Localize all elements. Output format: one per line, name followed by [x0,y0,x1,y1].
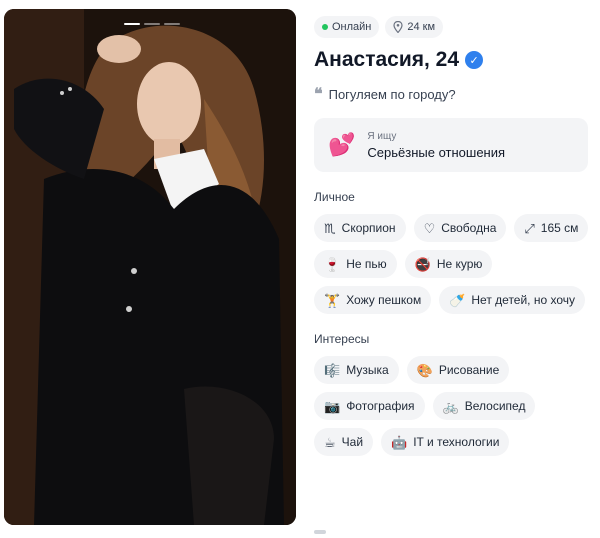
artist-icon: 🎨 [416,362,433,378]
bicycle-icon: 🚲 [442,398,459,414]
chip-label: Чай [341,435,364,449]
camera-icon: 📷 [324,398,341,414]
chip-label: Музыка [346,363,389,377]
quote-icon: ❝ [314,84,323,103]
chip-interest-music: 🎼 Музыка [314,356,399,384]
scorpio-icon: ♏ [324,220,336,236]
profile-photo[interactable] [4,9,296,525]
chip-label: Фотография [346,399,415,413]
chip-label: Рисование [438,363,500,377]
verified-check-icon: ✓ [465,51,484,69]
online-badge: Онлайн [314,16,380,38]
quote-text: Погуляем по городу? [328,86,456,102]
profile-quote: ❝ Погуляем по городу? [314,86,594,102]
chip-label: Нет детей, но хочу [471,293,576,307]
chip-label: Не курю [436,257,483,271]
next-section-hint [314,530,326,534]
expand-arrows-icon: ⤢ [524,220,535,236]
chip-smoking: 🚭 Не курю [404,250,493,278]
personal-section-title: Личное [314,190,355,204]
chip-interest-drawing: 🎨 Рисование [406,356,510,384]
chip-relationship-status: ♡ Свободна [413,214,507,242]
chip-interest-photography: 📷 Фотография [314,392,425,420]
heart-outline-icon: ♡ [423,220,436,236]
looking-for-value: Серьёзные отношения [367,144,506,160]
chip-interest-cycling: 🚲 Велосипед [432,392,536,420]
profile-name: Анастасия, 24 [314,48,460,71]
chip-zodiac: ♏ Скорпион [314,214,406,242]
chip-alcohol: 🍷 Не пью [314,250,397,278]
interests-section-title: Интересы [314,332,370,346]
baby-bottle-icon: 🍼 [449,292,466,308]
looking-for-label: Я ищу [367,130,397,142]
looking-for-card: 💕 Я ищу Серьёзные отношения [314,118,588,172]
online-dot-icon [322,24,328,30]
distance-label: 24 км [407,21,436,33]
tea-cup-icon: ☕ [324,434,336,450]
chip-children: 🍼 Нет детей, но хочу [439,286,586,314]
carousel-dot[interactable] [144,23,160,25]
personal-chips: ♏ Скорпион ♡ Свободна ⤢ 165 см 🍷 Не пью … [314,214,594,314]
name-row: Анастасия, 24 ✓ [314,48,594,72]
chip-label: 165 см [540,221,579,235]
music-score-icon: 🎼 [324,362,341,378]
chip-label: Велосипед [464,399,526,413]
carousel-dot-active[interactable] [124,23,140,25]
online-label: Онлайн [332,21,372,33]
chip-label: IT и технологии [413,435,500,449]
dumbbell-icon: 🏋 [324,292,341,308]
chip-height: ⤢ 165 см [514,214,589,242]
chip-interest-it: 🤖 IT и технологии [381,428,510,456]
location-pin-icon [393,21,403,33]
interest-chips: 🎼 Музыка 🎨 Рисование 📷 Фотография 🚲 Вело… [314,356,594,456]
chip-sport: 🏋 Хожу пешком [314,286,432,314]
photo-carousel-indicator[interactable] [124,23,180,25]
wine-glass-icon: 🍷 [324,256,341,272]
photo-illustration [4,9,296,525]
carousel-dot[interactable] [164,23,180,25]
profile-details-panel: Онлайн 24 км Анастасия, 24 ✓ ❝ Погуляем … [314,16,594,456]
distance-badge: 24 км [385,16,444,38]
chip-label: Хожу пешком [346,293,422,307]
robot-icon: 🤖 [391,434,408,450]
chip-interest-tea: ☕ Чай [314,428,374,456]
no-smoking-icon: 🚭 [414,256,431,272]
hearts-icon: 💕 [328,132,356,157]
chip-label: Свободна [441,221,497,235]
chip-label: Не пью [346,257,387,271]
status-badges: Онлайн 24 км [314,16,594,38]
chip-label: Скорпион [341,221,396,235]
